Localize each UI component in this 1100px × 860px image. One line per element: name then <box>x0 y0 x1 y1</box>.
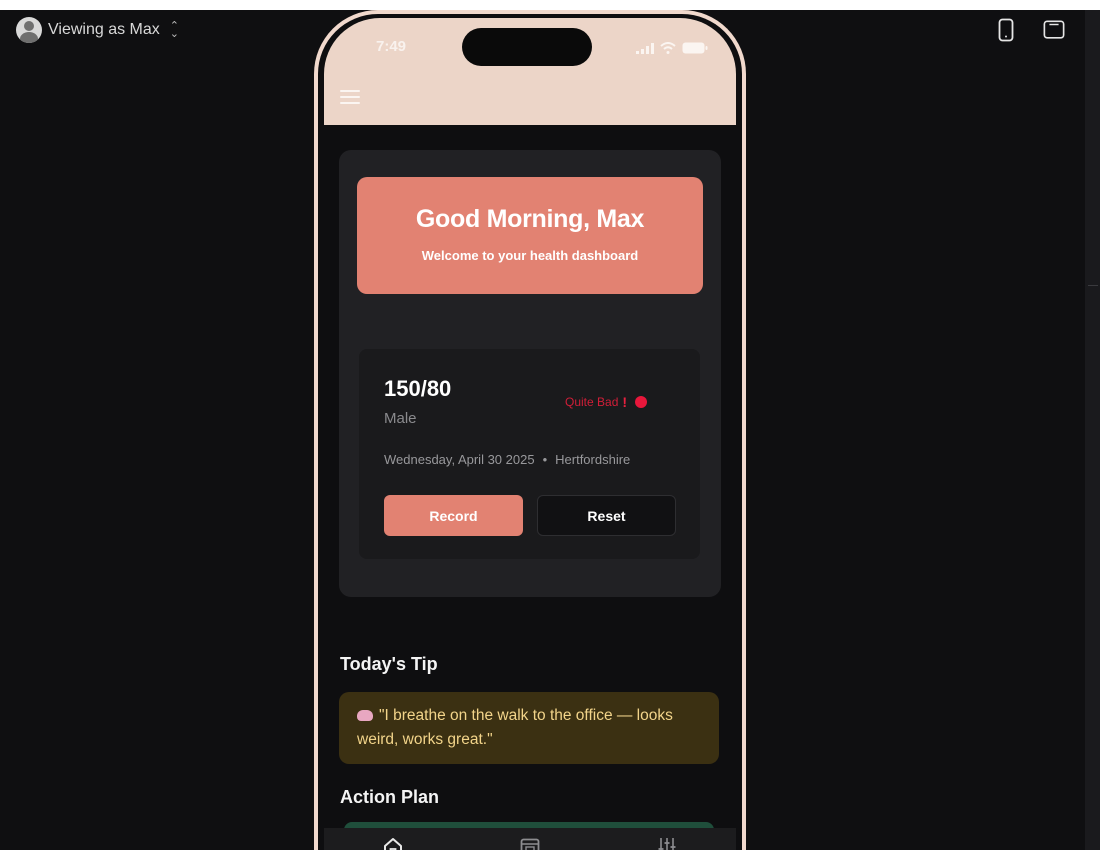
status-text: Quite Bad <box>565 395 619 409</box>
status-time: 7:49 <box>376 38 407 55</box>
bp-gender: Male <box>384 410 417 427</box>
viewer-label: Viewing as Max <box>48 21 160 38</box>
battery-icon <box>682 42 708 54</box>
greeting-subtitle: Welcome to your health dashboard <box>421 248 639 263</box>
viewer-switcher[interactable]: Viewing as Max ⌃ ⌄ <box>16 16 179 44</box>
home-icon[interactable] <box>381 836 405 850</box>
wifi-icon <box>660 42 676 54</box>
dashboard-card: Good Morning, Max Welcome to your health… <box>339 150 721 597</box>
bottom-nav <box>324 828 736 850</box>
dynamic-island <box>462 28 592 66</box>
greeting-banner: Good Morning, Max Welcome to your health… <box>357 177 703 294</box>
brain-icon <box>357 710 373 722</box>
device-toggle-group <box>995 18 1065 42</box>
user-avatar-icon <box>16 17 42 43</box>
greeting-title: Good Morning, Max <box>415 205 645 233</box>
phone-frame: 7:49 Good Morning, Max Welcome to your h… <box>314 10 746 850</box>
warning-mark: ! <box>622 394 628 410</box>
app-stage: Viewing as Max ⌃ ⌄ 7:49 Good Morning, Ma… <box>0 10 1085 850</box>
reading-date: Wednesday, April 30 2025 <box>384 452 535 467</box>
status-dot-icon <box>635 396 648 408</box>
tip-section-title: Today's Tip <box>340 654 438 674</box>
app-header: 7:49 <box>324 18 736 125</box>
phone-device-icon[interactable] <box>995 18 1017 42</box>
record-button[interactable]: Record <box>384 495 523 536</box>
dashboard-screen: Good Morning, Max Welcome to your health… <box>324 125 736 850</box>
bp-reading-value: 150/80 <box>384 376 452 401</box>
action-plan-title: Action Plan <box>340 787 440 807</box>
signal-icon <box>636 42 654 54</box>
right-scroll-strip <box>1085 10 1100 850</box>
tip-text: "I breathe on the walk to the office — l… <box>357 707 673 748</box>
sliders-icon[interactable] <box>655 836 679 850</box>
chevron-updown-icon: ⌃ ⌄ <box>169 20 179 40</box>
blood-pressure-card: 150/80 Male Quite Bad ! Wednesday, April… <box>359 349 700 559</box>
tip-card: "I breathe on the walk to the office — l… <box>339 692 719 764</box>
tablet-device-icon[interactable] <box>1043 18 1065 42</box>
phone-screen: 7:49 Good Morning, Max Welcome to your h… <box>324 18 736 850</box>
reading-location: Hertfordshire <box>555 452 631 467</box>
hamburger-menu-icon[interactable] <box>340 90 360 106</box>
calendar-icon[interactable] <box>518 836 542 850</box>
meta-separator: • <box>542 452 548 467</box>
reading-meta: Wednesday, April 30 2025 • Hertfordshire <box>384 452 630 467</box>
status-icons <box>636 42 708 54</box>
reset-button[interactable]: Reset <box>537 495 676 536</box>
status-badge: Quite Bad ! <box>565 394 648 410</box>
